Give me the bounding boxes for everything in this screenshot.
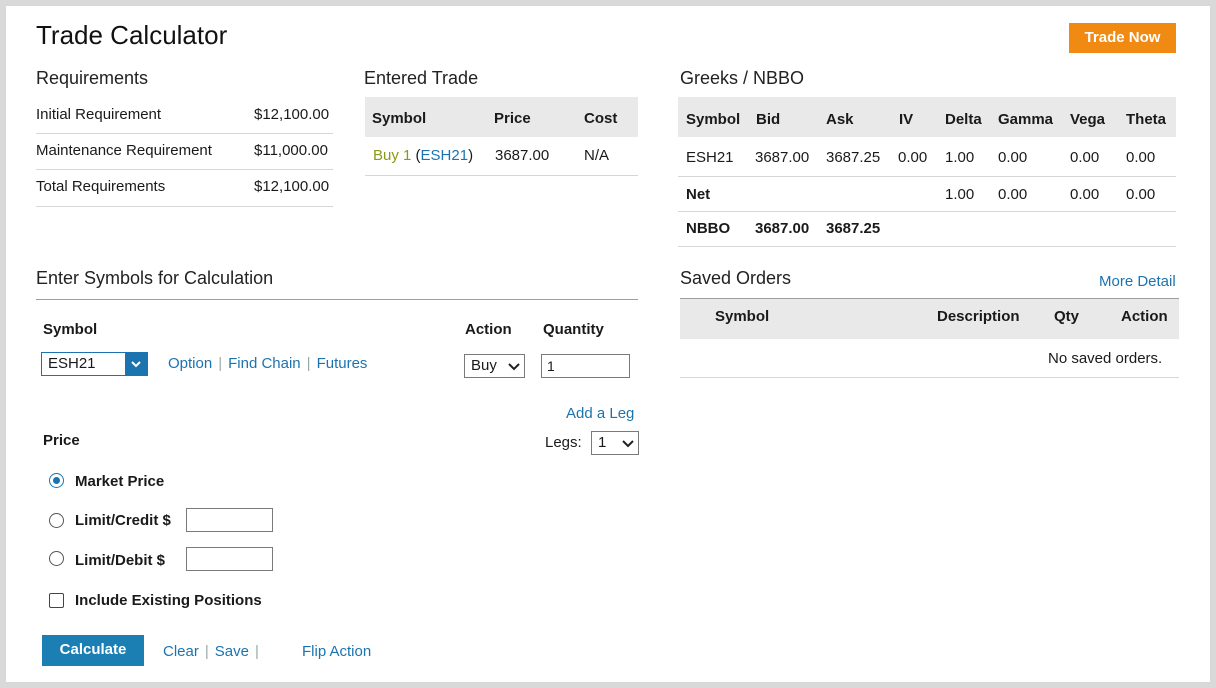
greeks-cell: ESH21: [686, 149, 734, 166]
column-header: Description: [937, 308, 1020, 325]
column-header: Vega: [1070, 111, 1106, 128]
more-detail-link[interactable]: More Detail: [1099, 273, 1176, 290]
greeks-cell: 0.00: [898, 149, 928, 166]
add-leg-link[interactable]: Add a Leg: [566, 405, 634, 422]
chevron-down-icon: [506, 355, 522, 384]
greeks-cell: 0.00: [998, 186, 1028, 203]
table-row: Buy 1 (ESH21): [373, 147, 473, 164]
trade-cost: N/A: [584, 147, 610, 164]
quantity-label: Quantity: [543, 321, 604, 338]
clear-link[interactable]: Clear: [163, 643, 199, 660]
include-positions-checkbox[interactable]: [49, 593, 64, 608]
limit-credit-radio[interactable]: [49, 513, 64, 528]
greeks-cell: 3687.25: [826, 149, 881, 166]
greeks-cell: 3687.25: [826, 220, 881, 237]
trade-symbol-link[interactable]: ESH21: [421, 147, 469, 164]
action-label: Action: [465, 321, 512, 338]
enter-symbols-title: Enter Symbols for Calculation: [36, 268, 274, 288]
column-header: Theta: [1126, 111, 1167, 128]
column-header: Symbol: [372, 110, 427, 127]
limit-debit-radio[interactable]: [49, 551, 64, 566]
trade-action: Buy 1: [373, 147, 412, 164]
symbol-select[interactable]: ESH21: [41, 352, 148, 376]
greeks-cell: 0.00: [1070, 149, 1100, 166]
trade-now-button[interactable]: Trade Now: [1069, 23, 1176, 53]
limit-credit-input[interactable]: [186, 508, 273, 532]
requirements-title: Requirements: [36, 68, 149, 88]
flip-action-link[interactable]: Flip Action: [302, 643, 371, 660]
greeks-cell: NBBO: [686, 220, 731, 237]
symbol-label: Symbol: [43, 321, 98, 338]
legs-select-value: 1: [598, 434, 607, 451]
action-select-value: Buy: [471, 357, 497, 374]
symbol-links: Option | Find Chain | Futures: [168, 355, 367, 372]
column-header: Cost: [584, 110, 618, 127]
trade-price: 3687.00: [495, 147, 550, 164]
greeks-cell: 0.00: [1070, 186, 1100, 203]
column-header: Qty: [1054, 308, 1080, 325]
find-chain-link[interactable]: Find Chain: [228, 355, 301, 372]
requirement-label: Maintenance Requirement: [36, 142, 212, 159]
column-header: Ask: [826, 111, 854, 128]
legs-select[interactable]: 1: [591, 431, 639, 455]
requirement-value: $11,000.00: [254, 142, 328, 159]
limit-debit-label: Limit/Debit $: [75, 552, 166, 569]
greeks-cell: 3687.00: [755, 220, 810, 237]
save-link[interactable]: Save: [215, 643, 249, 660]
include-positions-label: Include Existing Positions: [75, 592, 262, 609]
column-header: Bid: [756, 111, 781, 128]
saved-orders-title: Saved Orders: [680, 268, 792, 288]
chevron-down-icon: [620, 432, 636, 461]
column-header: Symbol: [715, 308, 770, 325]
greeks-cell: 1.00: [945, 149, 975, 166]
requirement-label: Initial Requirement: [36, 106, 162, 123]
paren-close: ): [468, 147, 474, 164]
price-label: Price: [43, 432, 80, 449]
column-header: Delta: [945, 111, 982, 128]
greeks-cell: 0.00: [998, 149, 1028, 166]
requirement-label: Total Requirements: [36, 178, 166, 195]
greeks-title: Greeks / NBBO: [680, 68, 805, 88]
limit-credit-label: Limit/Credit $: [75, 512, 171, 529]
futures-link[interactable]: Futures: [317, 355, 368, 372]
market-price-radio[interactable]: [49, 473, 64, 488]
quantity-input[interactable]: 1: [541, 354, 630, 378]
greeks-cell: Net: [686, 186, 711, 203]
greeks-cell: 0.00: [1126, 186, 1156, 203]
requirement-value: $12,100.00: [254, 106, 330, 123]
requirement-value: $12,100.00: [254, 178, 330, 195]
empty-state-text: No saved orders.: [1048, 350, 1163, 367]
greeks-cell: 1.00: [945, 186, 975, 203]
legs-label: Legs:: [545, 434, 582, 451]
market-price-label: Market Price: [75, 473, 165, 490]
chevron-down-icon: [125, 353, 147, 375]
greeks-cell: 3687.00: [755, 149, 810, 166]
footer-links: Clear | Save |: [163, 643, 265, 660]
column-header: Price: [494, 110, 531, 127]
calculate-button[interactable]: Calculate: [42, 635, 144, 666]
separator: |: [218, 355, 223, 372]
column-header: Action: [1121, 308, 1168, 325]
entered-trade-title: Entered Trade: [364, 68, 479, 88]
option-link[interactable]: Option: [168, 355, 212, 372]
greeks-cell: 0.00: [1126, 149, 1156, 166]
symbol-select-value: ESH21: [48, 355, 96, 372]
separator: |: [306, 355, 311, 372]
column-header: IV: [899, 111, 914, 128]
separator: |: [254, 643, 259, 660]
limit-debit-input[interactable]: [186, 547, 273, 571]
action-select[interactable]: Buy: [464, 354, 525, 378]
separator: |: [204, 643, 209, 660]
column-header: Symbol: [686, 111, 741, 128]
trade-calculator-panel: Trade Calculator Trade Now Requirements …: [6, 6, 1210, 682]
page-title: Trade Calculator: [36, 20, 228, 50]
column-header: Gamma: [998, 111, 1054, 128]
